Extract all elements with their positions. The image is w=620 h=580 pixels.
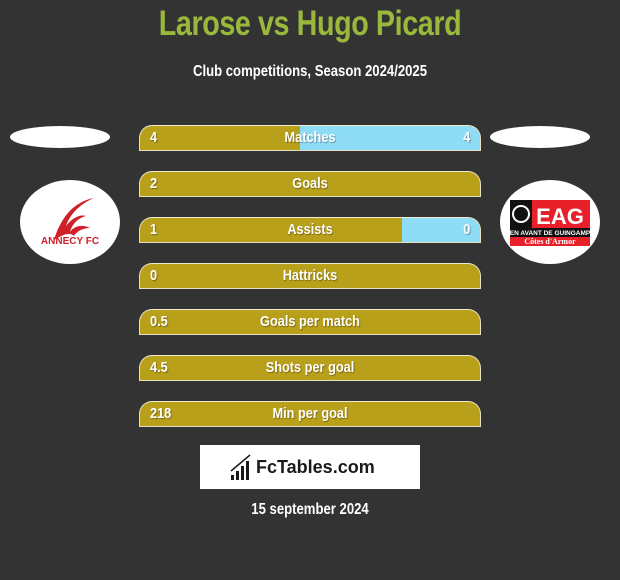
- page-subtitle: Club competitions, Season 2024/2025: [192, 63, 428, 80]
- stat-label: Assists: [287, 221, 333, 238]
- left-value: 0: [150, 267, 158, 284]
- right-team-logo[interactable]: EAG EN AVANT DE GUINGAMP Côtes d'Armor: [500, 180, 600, 264]
- stat-bar-goals: 2 Goals: [139, 171, 481, 197]
- stat-label: Goals: [292, 175, 328, 192]
- stat-label: Shots per goal: [265, 359, 355, 376]
- left-player-placeholder: [10, 126, 110, 148]
- right-value: 0: [462, 221, 470, 238]
- stat-label: Hattricks: [282, 267, 338, 284]
- eag-logo-line2: EN AVANT DE GUINGAMP: [510, 230, 591, 237]
- stat-bar-assists: 1 Assists 0: [139, 217, 481, 243]
- stat-bar-hattricks: 0 Hattricks: [139, 263, 481, 289]
- brand-name: FcTables.com: [256, 457, 375, 477]
- bar-chart-icon: [230, 454, 251, 480]
- footer-date: 15 september 2024: [251, 501, 369, 518]
- left-value: 1: [150, 221, 158, 238]
- annecy-logo-text: ANNECY FC: [41, 236, 99, 247]
- eag-logo-icon: EAG EN AVANT DE GUINGAMP Côtes d'Armor: [510, 200, 591, 246]
- left-value: 2: [150, 175, 158, 192]
- eag-logo-text: EAG: [536, 204, 584, 229]
- stat-label: Min per goal: [272, 405, 348, 422]
- stat-bar-goals-per-match: 0.5 Goals per match: [139, 309, 481, 335]
- stat-label: Matches: [284, 129, 336, 146]
- annecy-fc-logo-icon: ANNECY FC: [41, 198, 99, 247]
- stat-label: Goals per match: [260, 313, 360, 330]
- stat-bar-min-per-goal: 218 Min per goal: [139, 401, 481, 427]
- fctables-brand[interactable]: FcTables.com: [200, 445, 420, 489]
- stat-bar-matches: 4 Matches 4: [139, 125, 481, 151]
- left-value: 4: [150, 129, 158, 146]
- left-team-logo[interactable]: ANNECY FC: [20, 180, 120, 264]
- eag-logo-line3: Côtes d'Armor: [524, 237, 576, 246]
- right-player-placeholder: [490, 126, 590, 148]
- stat-bar-shots-per-goal: 4.5 Shots per goal: [139, 355, 481, 381]
- page-title: Larose vs Hugo Picard: [158, 4, 462, 43]
- right-value: 4: [462, 129, 470, 146]
